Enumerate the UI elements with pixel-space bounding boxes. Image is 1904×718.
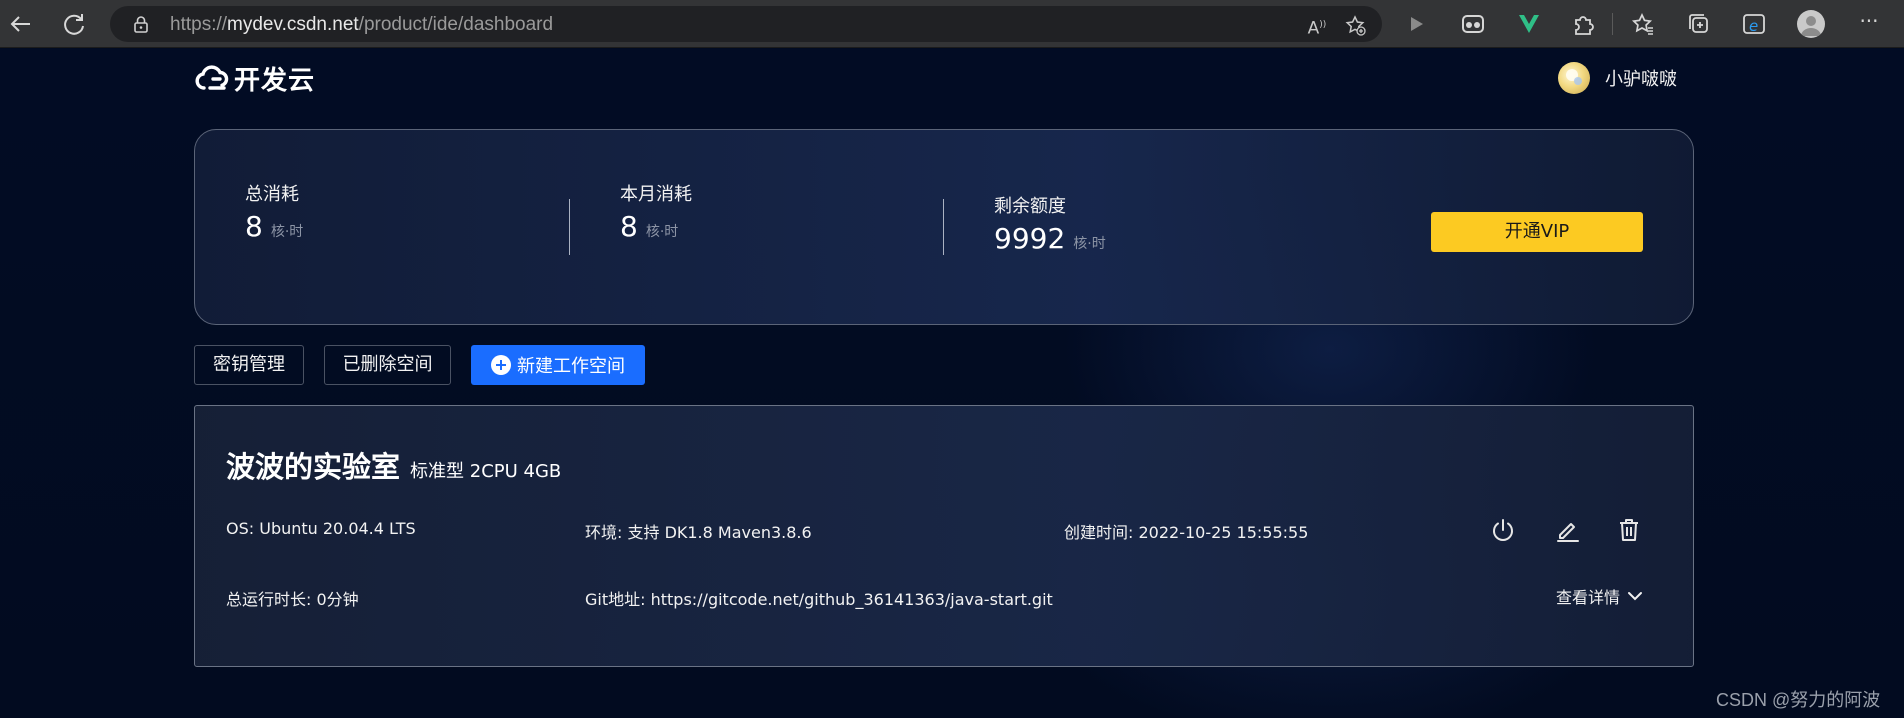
avatar[interactable] bbox=[1558, 62, 1590, 94]
key-management-button[interactable]: 密钥管理 bbox=[194, 345, 304, 385]
usage-stats-card: 总消耗 8 核·时 本月消耗 8 核·时 剩余额度 9992 核·时 开通VIP bbox=[194, 129, 1694, 325]
lock-icon[interactable] bbox=[132, 15, 150, 33]
read-aloud-icon[interactable]: A)) bbox=[1306, 14, 1328, 39]
stat-remaining-value: 9992 bbox=[994, 222, 1066, 255]
plus-circle-icon bbox=[491, 355, 511, 375]
chevron-down-icon bbox=[1628, 592, 1643, 601]
back-icon[interactable] bbox=[6, 10, 34, 38]
delete-icon[interactable] bbox=[1615, 516, 1643, 544]
stat-total-label: 总消耗 bbox=[245, 184, 299, 205]
url-path: /product/ide/dashboard bbox=[358, 14, 554, 35]
workspace-os: OS: Ubuntu 20.04.4 LTS bbox=[226, 519, 416, 538]
edit-icon[interactable] bbox=[1554, 516, 1582, 544]
svg-text:e: e bbox=[1749, 17, 1758, 35]
stat-month-value: 8 bbox=[620, 210, 638, 243]
refresh-icon[interactable] bbox=[60, 10, 88, 38]
profile-icon[interactable] bbox=[1797, 10, 1825, 38]
user-name[interactable]: 小驴啵啵 bbox=[1605, 65, 1677, 91]
stat-month: 本月消耗 8 核·时 bbox=[620, 180, 692, 243]
watermark: CSDN @努力的阿波 bbox=[1716, 690, 1881, 710]
vue-icon[interactable] bbox=[1516, 11, 1542, 37]
address-bar[interactable]: https://mydev.csdn.net/product/ide/dashb… bbox=[110, 6, 1382, 42]
extension-icon[interactable] bbox=[1460, 11, 1486, 37]
workspace-created: 创建时间: 2022-10-25 15:55:55 bbox=[1064, 523, 1309, 542]
deleted-spaces-button[interactable]: 已删除空间 bbox=[324, 345, 451, 385]
workspace-title: 波波的实验室 标准型 2CPU 4GB bbox=[226, 444, 561, 486]
view-details-label: 查看详情 bbox=[1556, 588, 1621, 607]
workspace-spec: 标准型 2CPU 4GB bbox=[410, 461, 562, 482]
url-prefix: https:// bbox=[170, 14, 228, 35]
play-icon[interactable] bbox=[1403, 11, 1429, 37]
stat-divider bbox=[943, 199, 944, 255]
puzzle-icon[interactable] bbox=[1570, 11, 1596, 37]
url-host: mydev.csdn.net bbox=[227, 14, 359, 35]
stat-total: 总消耗 8 核·时 bbox=[245, 180, 303, 243]
favorite-add-icon[interactable] bbox=[1344, 14, 1366, 36]
open-vip-button[interactable]: 开通VIP bbox=[1431, 212, 1643, 252]
stat-remaining-label: 剩余额度 bbox=[994, 196, 1066, 217]
logo[interactable]: 开发云 bbox=[194, 62, 316, 96]
stat-month-label: 本月消耗 bbox=[620, 184, 692, 205]
new-workspace-button[interactable]: 新建工作空间 bbox=[471, 345, 645, 385]
view-details-button[interactable]: 查看详情 bbox=[1556, 584, 1644, 608]
new-workspace-label: 新建工作空间 bbox=[517, 356, 625, 377]
browser-toolbar: https://mydev.csdn.net/product/ide/dashb… bbox=[0, 0, 1904, 48]
stat-total-value: 8 bbox=[245, 210, 263, 243]
logo-text: 开发云 bbox=[234, 65, 316, 96]
cloud-icon bbox=[195, 65, 229, 90]
workspace-name: 波波的实验室 bbox=[226, 450, 401, 484]
user-menu[interactable]: 小驴啵啵 bbox=[1558, 62, 1677, 94]
url-text[interactable]: https://mydev.csdn.net/product/ide/dashb… bbox=[170, 14, 553, 36]
more-icon[interactable]: ··· bbox=[1856, 11, 1882, 37]
stat-remaining-unit: 核·时 bbox=[1073, 236, 1106, 252]
stat-month-unit: 核·时 bbox=[645, 224, 679, 240]
stat-divider bbox=[569, 199, 570, 255]
stat-remaining: 剩余额度 9992 核·时 bbox=[994, 192, 1106, 255]
collections-icon[interactable] bbox=[1686, 11, 1712, 37]
ie-mode-icon[interactable]: e bbox=[1741, 11, 1767, 37]
workspace-git[interactable]: Git地址: https://gitcode.net/github_361413… bbox=[585, 586, 1053, 610]
workspace-runtime: 总运行时长: 0分钟 bbox=[226, 590, 359, 609]
stat-total-unit: 核·时 bbox=[270, 224, 304, 240]
toolbar-separator bbox=[1612, 13, 1613, 35]
favorites-icon[interactable] bbox=[1630, 11, 1656, 37]
power-icon[interactable] bbox=[1489, 516, 1517, 544]
workspace-card: 波波的实验室 标准型 2CPU 4GB OS: Ubuntu 20.04.4 L… bbox=[194, 405, 1694, 667]
workspace-env: 环境: 支持 DK1.8 Maven3.8.6 bbox=[585, 523, 812, 542]
